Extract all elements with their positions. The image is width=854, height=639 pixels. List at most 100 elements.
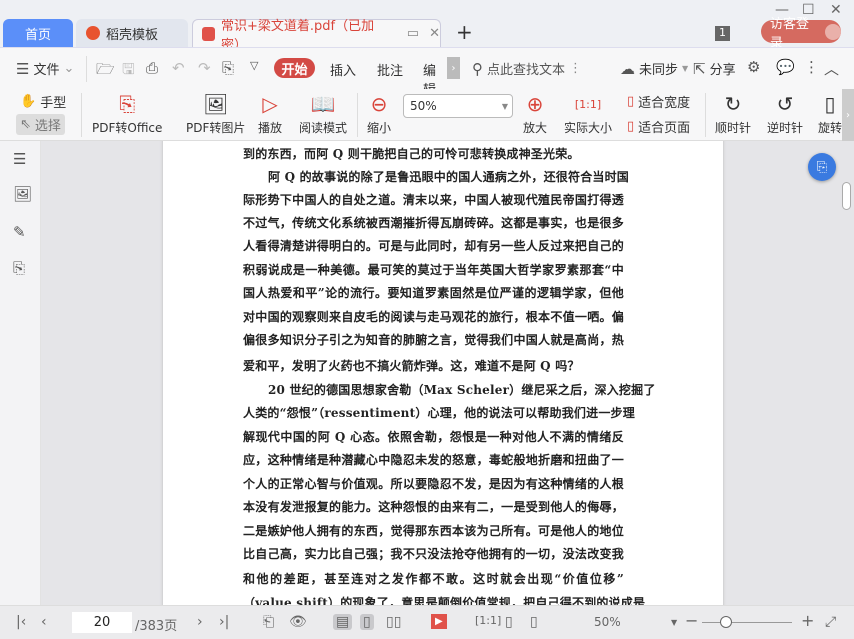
text-line: 比自己高，实力比自己强；我不只没法抢夺他拥有的一切，没法改变我 xyxy=(243,547,624,561)
single-page-icon[interactable]: ▯ xyxy=(360,614,374,630)
search-text[interactable]: ⚲ 点此查找文本 ⋮ xyxy=(472,59,582,79)
text-line: 国人热爱和平”论的流行。要知道罗素固然是位严谨的逻辑学家，但他 xyxy=(243,286,624,300)
two-page-icon[interactable]: ▤ xyxy=(333,614,353,630)
image-icon[interactable]: 🖼 xyxy=(13,185,32,203)
collapse-ribbon-icon[interactable]: ︿ xyxy=(824,58,839,79)
zoom-slider[interactable] xyxy=(702,622,792,623)
tab-label: 首页 xyxy=(24,27,51,43)
total-pages: /383页 xyxy=(135,619,178,634)
eye-protect-icon[interactable]: 👁 xyxy=(289,614,307,630)
text-line: （value shift）的现象了，意思是颠倒价值常规，把自己得不到的说成是 xyxy=(243,596,646,605)
last-page-icon[interactable]: ›| xyxy=(219,614,229,630)
export-icon[interactable]: ⎘ xyxy=(222,59,234,77)
zoom-in-icon[interactable]: + xyxy=(801,611,814,630)
tab-document[interactable]: 常识+梁文道着.pdf（已加密） ▭ ✕ xyxy=(192,19,441,53)
zoom-select[interactable]: 50% ▼ xyxy=(403,94,513,118)
page-number-input[interactable]: 20 xyxy=(72,612,132,633)
sync-status[interactable]: ☁ 未同步 ▼ xyxy=(620,59,689,79)
pdf-icon xyxy=(202,26,215,41)
select-label: 选择 xyxy=(34,119,61,134)
back-icon[interactable]: ⎗ xyxy=(263,614,274,630)
window-count-badge[interactable]: 1 xyxy=(715,26,730,41)
fullscreen-icon[interactable]: ⤢ xyxy=(825,614,836,630)
play-button[interactable]: ▷ 播放 xyxy=(258,89,282,136)
zoom-out-icon[interactable]: − xyxy=(685,611,698,630)
annotation-icon[interactable]: ✎ xyxy=(13,223,26,241)
new-tab-button[interactable]: + xyxy=(456,20,473,44)
more-dropdown-icon[interactable]: ▽ xyxy=(250,59,258,72)
prev-page-icon[interactable]: ‹ xyxy=(41,614,47,630)
text-line: 应，这种情绪是种潜藏心中隐忍未发的怒意，毒蛇般地折磨和扭曲了一 xyxy=(243,453,624,467)
settings-icon[interactable]: ⚙ xyxy=(747,58,760,76)
close-tab-icon[interactable]: ✕ xyxy=(429,26,440,41)
label: 播放 xyxy=(258,121,283,135)
continuous-icon[interactable]: ▯▯ xyxy=(386,614,401,630)
label: 适合宽度 xyxy=(638,96,691,111)
actual-size-icon: [1:1] xyxy=(574,97,602,111)
text-line: 阿 Q 的故事说的除了是鲁迅眼中的国人通病之外，还很符合当时国 xyxy=(268,170,630,184)
zoom-level[interactable]: 50% xyxy=(594,615,621,629)
zoom-slider-handle[interactable] xyxy=(720,616,733,628)
hand-icon: ✋ xyxy=(20,94,37,109)
fit-page-icon: ▯ xyxy=(627,119,635,134)
left-sidebar: ☰ 🖼 ✎ ⎘ xyxy=(0,141,41,605)
signature-icon[interactable]: ⎘ xyxy=(13,259,25,277)
caret-down-icon[interactable]: ▼ xyxy=(671,618,677,627)
fit-page-icon[interactable]: ▯ xyxy=(505,614,513,630)
share-button[interactable]: ⇱ 分享 xyxy=(693,59,736,79)
tab-annotate[interactable]: 批注 xyxy=(377,60,403,79)
hand-tool[interactable]: ✋ 手型 xyxy=(20,92,66,111)
scroll-right-icon[interactable]: › xyxy=(447,57,460,79)
pdf-to-image-button[interactable]: 🖼 PDF转图片 xyxy=(186,89,245,136)
actual-size-icon[interactable]: [1:1] xyxy=(475,614,501,627)
caret-down-icon: ▼ xyxy=(682,64,689,73)
pin-window-icon[interactable]: ▭ xyxy=(407,26,419,41)
guest-login-button[interactable]: 访客登录 xyxy=(761,17,841,51)
rotate-icon: ▯ xyxy=(824,92,836,116)
comment-icon[interactable]: 💬 xyxy=(776,58,795,76)
hamburger-icon: ☰ xyxy=(16,59,30,78)
fit-page-button[interactable]: ▯ 适合页面 xyxy=(627,117,690,136)
rotate-button[interactable]: ▯ 旋转 xyxy=(818,89,842,136)
ribbon-scroll-right-icon[interactable]: › xyxy=(842,89,854,141)
text-line: 和他的差距，甚至连对之发作都不敢。这时就会出现“价值位移” xyxy=(243,572,624,586)
cloud-icon: ☁ xyxy=(620,59,635,78)
play-icon[interactable]: ▶ xyxy=(431,614,447,629)
save-icon[interactable]: 🖫 xyxy=(122,59,135,84)
share-icon: ⇱ xyxy=(693,59,706,78)
tab-insert[interactable]: 插入 xyxy=(330,60,356,79)
text-line: 爱和平，发明了火药也不搞火箭炸弹。这，难道不是阿 Q 吗？ xyxy=(243,359,580,373)
undo-icon[interactable]: ↶ xyxy=(172,59,185,77)
thumbnail-list-icon[interactable]: ☰ xyxy=(13,150,26,168)
print-icon[interactable]: ⎙ xyxy=(146,59,158,77)
tab-start[interactable]: 开始 xyxy=(274,58,315,78)
redo-icon[interactable]: ↷ xyxy=(198,59,211,77)
label: 实际大小 xyxy=(564,121,613,135)
zoom-in-button[interactable]: ⊕ 放大 xyxy=(523,89,547,136)
fit-width-button[interactable]: ▯ 适合宽度 xyxy=(627,92,690,111)
text-line: 偏很多知识分子引之为知音的肺腑之言，觉得我们中国人就是高尚，热 xyxy=(243,333,624,347)
actual-size-button[interactable]: [1:1] 实际大小 xyxy=(564,89,612,136)
floating-tool-button[interactable]: ⎘ xyxy=(808,153,836,181)
open-folder-icon[interactable]: 🗁 xyxy=(96,59,115,84)
ribbon: ✋ 手型 ⇖ 选择 ⎘ PDF转Office 🖼 PDF转图片 ▷ 播放 📖 阅读模式 ⊖ 缩… xyxy=(0,89,854,141)
file-menu[interactable]: ☰ 文件 ⌄ xyxy=(16,59,74,79)
pdf-to-office-button[interactable]: ⎘ PDF转Office xyxy=(92,89,162,136)
label: 旋转 xyxy=(818,121,842,135)
more-vertical-icon[interactable]: ⋮ xyxy=(804,58,819,76)
hand-label: 手型 xyxy=(40,96,67,111)
tab-home[interactable]: 首页 xyxy=(3,19,73,47)
vertical-scrollbar-thumb[interactable] xyxy=(842,182,851,210)
select-tool[interactable]: ⇖ 选择 xyxy=(16,114,65,135)
next-page-icon[interactable]: › xyxy=(197,614,203,630)
tab-docer-templates[interactable]: 稻壳模板 xyxy=(76,19,188,47)
read-mode-button[interactable]: 📖 阅读模式 xyxy=(299,89,347,136)
rotate-clockwise-button[interactable]: ↻ 顺时针 xyxy=(715,89,751,136)
first-page-icon[interactable]: |‹ xyxy=(16,614,26,630)
fit-width-icon[interactable]: ▯ xyxy=(530,614,538,630)
rotate-counterclockwise-button[interactable]: ↺ 逆时针 xyxy=(767,89,803,136)
zoom-out-button[interactable]: ⊖ 缩小 xyxy=(367,89,391,136)
close-window-icon[interactable]: ✕ xyxy=(830,2,842,18)
file-label: 文件 xyxy=(33,63,60,78)
convert-icon: ⎘ xyxy=(816,159,828,175)
